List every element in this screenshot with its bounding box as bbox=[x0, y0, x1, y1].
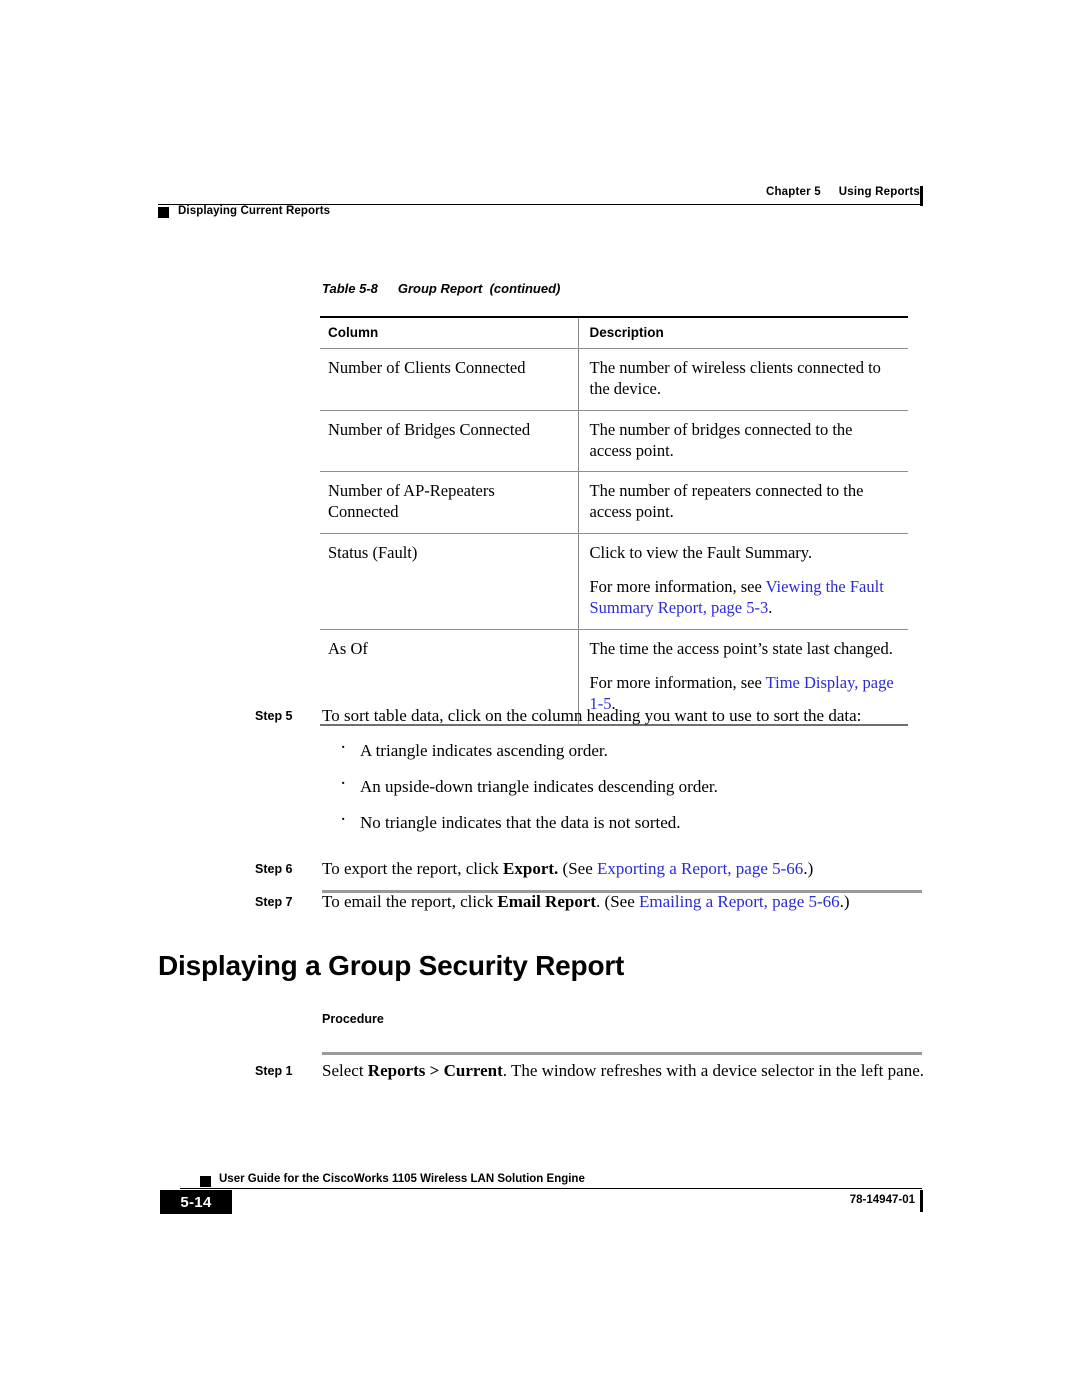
table-header-row: Column Description bbox=[320, 316, 908, 349]
table-cell-column: Number of AP-Repeaters Connected bbox=[320, 471, 578, 534]
crossref-trailing: . bbox=[768, 598, 773, 618]
step-row-7: Step 7 To email the report, click Email … bbox=[255, 891, 925, 914]
footer-edge-bar bbox=[920, 1190, 923, 1212]
footer-guide-title: User Guide for the CiscoWorks 1105 Wirel… bbox=[219, 1173, 585, 1185]
page-title: Displaying a Group Security Report bbox=[158, 950, 625, 981]
step-text-mid: (See bbox=[558, 858, 597, 878]
procedure-end-rule bbox=[322, 890, 922, 893]
table-row: Number of Clients Connected The number o… bbox=[320, 348, 908, 411]
description-paragraph: The number of repeaters connected to the… bbox=[589, 481, 864, 522]
step-bold-command-export: Export. bbox=[503, 858, 559, 878]
crossref-link-exporting-report[interactable]: Exporting a Report, page 5-66 bbox=[597, 859, 803, 878]
table-header-column: Column bbox=[320, 316, 578, 349]
step-text-lead: To email the report, click bbox=[322, 891, 498, 911]
step-text-post: .) bbox=[839, 891, 850, 911]
description-paragraph: The time the access point’s state last c… bbox=[589, 638, 893, 658]
step-text-post: . The window refreshes with a device sel… bbox=[502, 1061, 924, 1080]
header-square-marker-icon bbox=[158, 207, 169, 218]
header-chapter-title: Using Reports bbox=[838, 186, 920, 198]
table-head: Column Description bbox=[320, 316, 908, 349]
step-text-lead: To export the report, click bbox=[322, 858, 504, 878]
list-item: A triangle indicates ascending order. bbox=[322, 736, 925, 762]
step-label: Step 1 bbox=[255, 1064, 293, 1078]
table-row: Number of Bridges Connected The number o… bbox=[320, 410, 908, 473]
crossref-lead-in: For more information, see bbox=[589, 672, 766, 692]
description-paragraph: The number of bridges connected to the a… bbox=[589, 419, 853, 460]
procedure-start-rule bbox=[322, 1052, 922, 1055]
table-cell-column: Status (Fault) bbox=[320, 533, 578, 630]
running-header-chapter: Chapter 5 Using Reports bbox=[158, 186, 920, 198]
description-paragraph: Click to view the Fault Summary. bbox=[589, 542, 813, 562]
table-cell-description: The number of wireless clients connected… bbox=[577, 348, 908, 411]
step-body: To email the report, click Email Report.… bbox=[322, 891, 925, 914]
table-caption: Table 5-8 Group Report (continued) bbox=[322, 281, 560, 296]
step-row-6: Step 6 To export the report, click Expor… bbox=[255, 858, 925, 881]
step-bullet-list: A triangle indicates ascending order. An… bbox=[322, 736, 925, 834]
running-header-section: Displaying Current Reports bbox=[178, 205, 331, 217]
document-page: Chapter 5 Using Reports Displaying Curren… bbox=[0, 0, 1080, 1397]
header-edge-bar bbox=[920, 186, 923, 206]
header-chapter-number: Chapter 5 bbox=[765, 186, 821, 198]
step-label: Step 7 bbox=[255, 894, 293, 909]
table-cell-description: The number of repeaters connected to the… bbox=[577, 471, 908, 534]
footer-square-marker-icon bbox=[200, 1176, 211, 1187]
step-label: Step 6 bbox=[255, 861, 293, 876]
procedure-subheading: Procedure bbox=[322, 1012, 384, 1026]
list-item: No triangle indicates that the data is n… bbox=[322, 808, 925, 834]
footer-document-number: 78-14947-01 bbox=[849, 1194, 915, 1206]
table-cell-description: Click to view the Fault Summary. For mor… bbox=[577, 533, 908, 630]
table-caption-title: Group Report (continued) bbox=[397, 281, 561, 296]
description-paragraph-crossref: For more information, see Viewing the Fa… bbox=[590, 576, 897, 619]
table-header-description: Description bbox=[577, 316, 908, 349]
step-intro-text: To sort table data, click on the column … bbox=[322, 706, 862, 725]
table-caption-number: Table 5-8 bbox=[322, 281, 378, 296]
list-item: An upside-down triangle indicates descen… bbox=[322, 772, 925, 798]
step-body: To sort table data, click on the column … bbox=[322, 705, 925, 848]
table-cell-description: The number of bridges connected to the a… bbox=[577, 410, 908, 473]
description-paragraph: The number of wireless clients connected… bbox=[589, 358, 881, 399]
steps-list-procedure: Step 1 Select Reports > Current. The win… bbox=[255, 1060, 925, 1093]
step-label: Step 5 bbox=[255, 709, 293, 723]
step-row-1: Step 1 Select Reports > Current. The win… bbox=[255, 1060, 925, 1083]
footer-rule bbox=[180, 1188, 922, 1189]
table-row: Number of AP-Repeaters Connected The num… bbox=[320, 471, 908, 534]
step-row-5: Step 5 To sort table data, click on the … bbox=[255, 705, 925, 848]
step-bold-command-email-report: Email Report bbox=[497, 891, 597, 911]
table-cell-column: Number of Clients Connected bbox=[320, 348, 578, 411]
step-text-lead: Select bbox=[322, 1061, 368, 1080]
footer-page-number: 5-14 bbox=[160, 1190, 232, 1214]
step-text-post: .) bbox=[803, 858, 814, 878]
table-row: Status (Fault) Click to view the Fault S… bbox=[320, 533, 908, 630]
table-cell-column: Number of Bridges Connected bbox=[320, 410, 578, 473]
crossref-lead-in: For more information, see bbox=[589, 576, 766, 596]
table-body: Number of Clients Connected The number o… bbox=[320, 348, 908, 727]
step-bold-menu-path: Reports > Current bbox=[367, 1061, 503, 1080]
crossref-link-emailing-report[interactable]: Emailing a Report, page 5-66 bbox=[639, 892, 840, 911]
step-text-mid: . (See bbox=[596, 891, 640, 911]
step-body: Select Reports > Current. The window ref… bbox=[322, 1060, 925, 1083]
group-report-table: Column Description Number of Clients Con… bbox=[320, 316, 908, 727]
step-body: To export the report, click Export. (See… bbox=[322, 858, 925, 881]
